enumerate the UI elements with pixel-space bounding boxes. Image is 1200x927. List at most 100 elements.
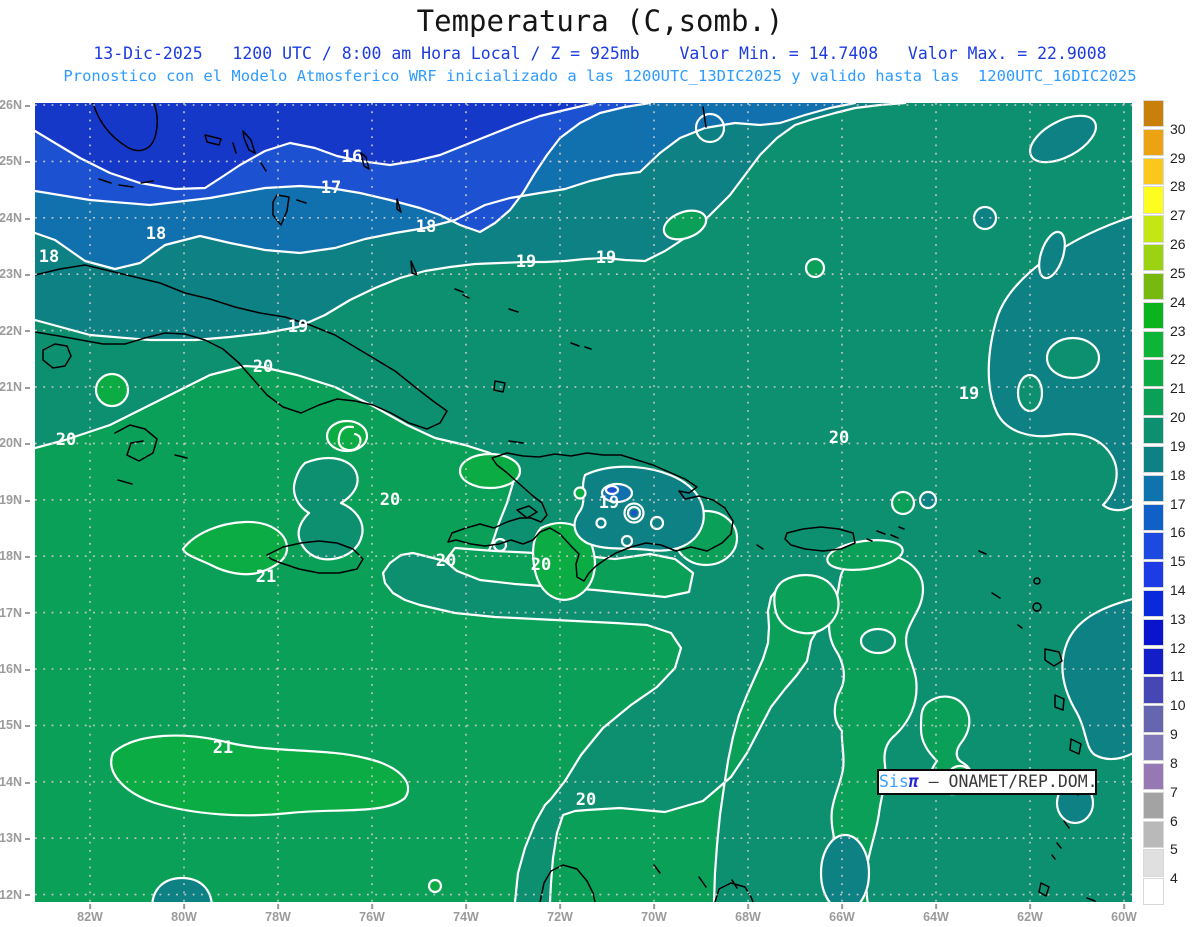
lat-label: 16N [0, 662, 30, 676]
svg-text:18: 18 [39, 247, 59, 267]
svg-text:18: 18 [416, 217, 436, 237]
colorbar-segment [1143, 705, 1164, 733]
lon-label: 60W [1111, 904, 1137, 924]
lat-label: 22N [0, 324, 30, 338]
svg-text:19: 19 [959, 384, 979, 404]
colorbar-tick: 21 [1170, 380, 1186, 397]
svg-text:20: 20 [56, 430, 76, 450]
lat-label: 25N [0, 154, 30, 168]
colorbar-segment [1143, 561, 1164, 589]
svg-text:20: 20 [531, 555, 551, 575]
svg-text:19: 19 [596, 248, 616, 268]
colorbar-segment [1143, 820, 1164, 848]
svg-text:20: 20 [436, 551, 456, 571]
colorbar-tick: 5 [1170, 841, 1178, 858]
colorbar-segment [1143, 618, 1164, 647]
colorbar-tick: 27 [1170, 207, 1186, 224]
colorbar-tick: 9 [1170, 726, 1178, 743]
svg-text:17: 17 [321, 178, 341, 198]
colorbar-tick: 19 [1170, 437, 1186, 454]
colorbar-segment [1143, 445, 1164, 474]
svg-text:19: 19 [288, 317, 308, 337]
attribution-text: – ONAMET/REP.DOM. [918, 772, 1098, 791]
colorbar-segment [1143, 532, 1164, 560]
colorbar-tick: 17 [1170, 495, 1186, 512]
colorbar-segment [1143, 589, 1164, 618]
colorbar-tick: 6 [1170, 812, 1178, 829]
lat-label: 15N [0, 718, 30, 732]
colorbar-segment [1143, 330, 1164, 358]
colorbar-tick: 7 [1170, 783, 1178, 800]
colorbar-segment [1143, 128, 1164, 157]
attribution-pi-logo: π [908, 772, 919, 791]
lon-label: 82W [77, 904, 103, 924]
chart-title: Temperatura (C,somb.) [416, 4, 784, 38]
lat-label: 14N [0, 775, 30, 789]
lon-label: 68W [735, 904, 761, 924]
colorbar-tick: 30 [1170, 120, 1186, 137]
colorbar-segment [1143, 503, 1164, 531]
lon-label: 76W [359, 904, 385, 924]
lat-label: 19N [0, 493, 30, 507]
colorbar-tick: 23 [1170, 322, 1186, 339]
lon-label: 62W [1017, 904, 1043, 924]
colorbar-segment [1143, 359, 1164, 387]
colorbar-tick: 10 [1170, 697, 1186, 714]
svg-text:19: 19 [516, 252, 536, 272]
lat-label: 24N [0, 211, 30, 225]
colorbar-segment [1143, 244, 1164, 272]
svg-text:21: 21 [213, 738, 233, 758]
lat-label: 18N [0, 549, 30, 563]
colorbar-tick: 11 [1170, 668, 1185, 685]
colorbar-segment [1143, 791, 1164, 820]
lat-label: 12N [0, 888, 30, 902]
colorbar-tick: 14 [1170, 581, 1186, 598]
lon-label: 64W [923, 904, 949, 924]
colorbar-tick: 4 [1170, 870, 1178, 887]
svg-text:19: 19 [599, 493, 619, 513]
colorbar-segment [1143, 215, 1164, 243]
attribution-box: Sisπ – ONAMET/REP.DOM. [877, 769, 1098, 795]
colorbar-segment [1143, 762, 1164, 791]
colorbar-segment [1143, 157, 1164, 185]
valid-time-line: 13-Dic-2025 1200 UTC / 8:00 am Hora Loca… [93, 44, 1107, 63]
colorbar-segment [1143, 676, 1164, 704]
colorbar-segment [1143, 849, 1164, 877]
colorbar-tick: 8 [1170, 754, 1178, 771]
colorbar-tick: 22 [1170, 351, 1186, 368]
colorbar-segment [1143, 734, 1164, 762]
lat-label: 21N [0, 380, 30, 394]
colorbar-tick: 20 [1170, 409, 1186, 426]
colorbar-segment [1143, 647, 1164, 675]
colorbar-tick: 15 [1170, 553, 1186, 570]
colorbar-segment [1143, 417, 1164, 445]
colorbar-tick: 26 [1170, 236, 1186, 253]
colorbar-tick: 29 [1170, 149, 1186, 166]
colorbar-segment [1143, 878, 1164, 906]
colorbar-segment [1143, 301, 1164, 330]
lon-label: 72W [547, 904, 573, 924]
colorbar-tick: 28 [1170, 178, 1186, 195]
lon-label: 80W [171, 904, 197, 924]
colorbar-tick: 24 [1170, 293, 1186, 310]
svg-text:20: 20 [380, 490, 400, 510]
lon-label: 66W [829, 904, 855, 924]
svg-text:20: 20 [829, 428, 849, 448]
colorbar-tick: 18 [1170, 466, 1186, 483]
svg-text:16: 16 [342, 147, 362, 167]
colorbar-segment [1143, 186, 1164, 214]
colorbar-segment [1143, 388, 1164, 416]
colorbar-segment [1143, 474, 1164, 502]
lat-label: 13N [0, 831, 30, 845]
lat-label: 17N [0, 606, 30, 620]
weather-map-page: Temperatura (C,somb.) 13-Dic-2025 1200 U… [0, 0, 1200, 927]
lon-label: 70W [641, 904, 667, 924]
svg-text:21: 21 [256, 567, 276, 587]
lon-label: 78W [265, 904, 291, 924]
colorbar-segment [1143, 272, 1164, 301]
svg-text:20: 20 [253, 357, 273, 377]
svg-text:20: 20 [576, 790, 596, 810]
colorbar-tick: 12 [1170, 639, 1186, 656]
colorbar-tick: 13 [1170, 610, 1186, 627]
lat-label: 23N [0, 267, 30, 281]
